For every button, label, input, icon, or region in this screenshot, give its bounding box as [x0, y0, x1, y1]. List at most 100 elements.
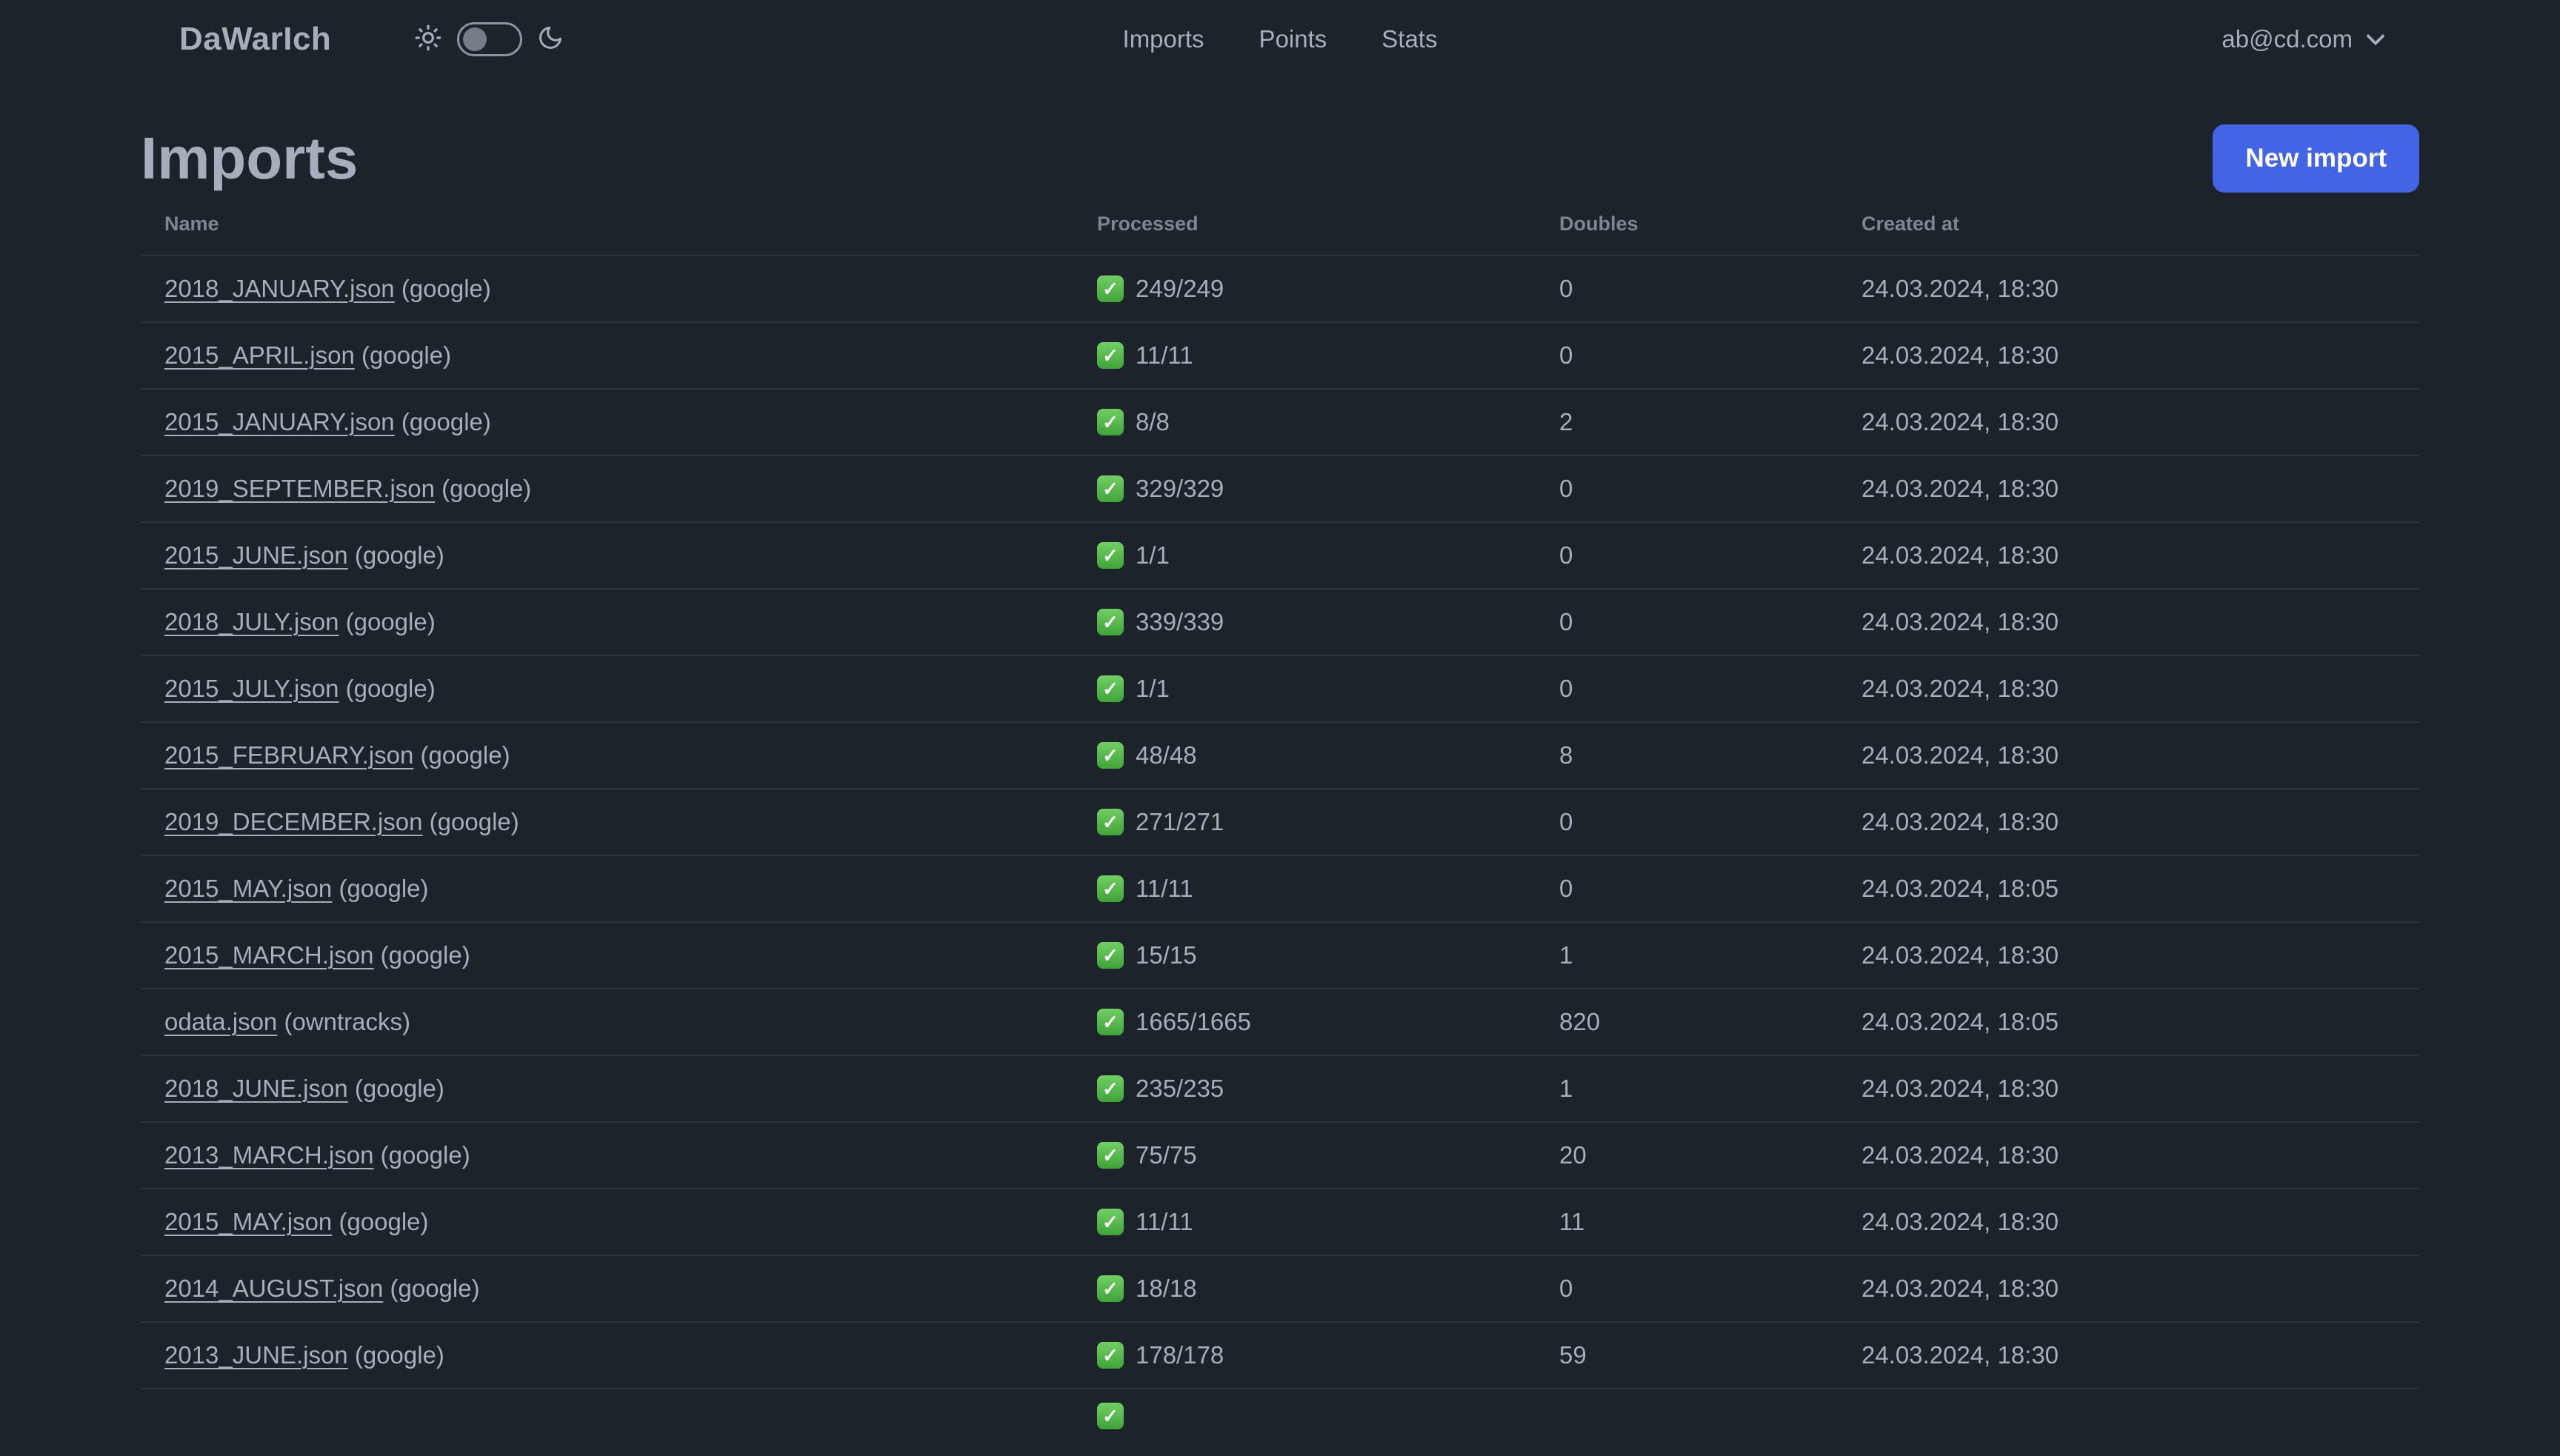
import-file-link[interactable]: 2015_JANUARY.json: [164, 408, 395, 435]
table-row: 2018_JULY.json (google) ✓ 339/339 0 24.03.20…: [141, 590, 2419, 656]
import-name-cell: 2015_JUNE.json (google): [164, 541, 1097, 570]
import-file-link[interactable]: 2019_SEPTEMBER.json: [164, 475, 435, 502]
processed-count: 1/1: [1136, 675, 1170, 702]
account-email: ab@cd.com: [2221, 25, 2353, 53]
import-file-link[interactable]: 2018_JUNE.json: [164, 1075, 348, 1102]
import-file-link[interactable]: 2015_MARCH.json: [164, 941, 373, 969]
import-source-label: (google): [354, 341, 452, 369]
nav-item-imports[interactable]: Imports: [1123, 25, 1204, 53]
doubles-cell: 0: [1559, 475, 1573, 502]
success-check-icon: ✓: [1097, 1009, 1124, 1035]
doubles-cell: 1: [1559, 941, 1573, 969]
import-file-link[interactable]: 2018_JANUARY.json: [164, 275, 395, 302]
table-row: 2015_JULY.json (google) ✓ 1/1 0 24.03.2024, …: [141, 656, 2419, 723]
doubles-cell: 0: [1559, 608, 1573, 635]
import-file-link[interactable]: 2015_MAY.json: [164, 875, 332, 902]
import-file-link[interactable]: 2013_JUNE.json: [164, 1341, 348, 1369]
doubles-cell: 0: [1559, 275, 1573, 302]
import-file-link[interactable]: 2015_MAY.json: [164, 1208, 332, 1235]
created-at-cell: 24.03.2024, 18:30: [1861, 741, 2059, 769]
table-row-partial: ✓: [141, 1389, 2419, 1456]
import-source-label: (google): [373, 1141, 470, 1169]
processed-cell: ✓ 339/339: [1097, 608, 1559, 636]
doubles-cell: 820: [1559, 1008, 1601, 1035]
processed-cell: ✓ 1/1: [1097, 675, 1559, 703]
processed-count: 8/8: [1136, 408, 1170, 435]
import-name-cell: 2013_JUNE.json (google): [164, 1341, 1097, 1369]
processed-cell: ✓ 271/271: [1097, 808, 1559, 836]
theme-toggle[interactable]: [457, 22, 523, 56]
table-row: 2015_MAY.json (google) ✓ 11/11 0 24.03.2024,…: [141, 856, 2419, 923]
column-header-processed: Processed: [1097, 212, 1199, 235]
account-menu[interactable]: ab@cd.com: [2221, 25, 2385, 53]
success-check-icon: ✓: [1097, 342, 1124, 369]
processed-count: 1/1: [1136, 541, 1170, 569]
processed-cell: ✓ 235/235: [1097, 1075, 1559, 1103]
table-row: 2014_AUGUST.json (google) ✓ 18/18 0 24.03.20…: [141, 1256, 2419, 1323]
doubles-cell: 0: [1559, 875, 1573, 902]
column-header-doubles: Doubles: [1559, 212, 1639, 235]
table-row: 2015_APRIL.json (google) ✓ 11/11 0 24.03.202…: [141, 323, 2419, 390]
import-name-cell: 2015_JANUARY.json (google): [164, 408, 1097, 436]
table-row: 2019_SEPTEMBER.json (google) ✓ 329/329 0 24.…: [141, 456, 2419, 523]
doubles-cell: 1: [1559, 1075, 1573, 1102]
table-row: 2015_MARCH.json (google) ✓ 15/15 1 24.03.202…: [141, 923, 2419, 989]
import-name-cell: 2019_DECEMBER.json (google): [164, 808, 1097, 836]
import-file-link[interactable]: 2015_FEBRUARY.json: [164, 741, 413, 769]
created-at-cell: 24.03.2024, 18:30: [1861, 1275, 2059, 1302]
import-file-link[interactable]: 2015_JULY.json: [164, 675, 339, 702]
import-source-label: (google): [332, 1208, 429, 1235]
success-check-icon: ✓: [1097, 609, 1124, 635]
import-source-label: (google): [435, 475, 532, 502]
processed-cell: ✓ 11/11: [1097, 1208, 1559, 1236]
imports-page: Imports New import Name Processed Double…: [141, 124, 2419, 1456]
import-source-label: (google): [422, 808, 519, 835]
doubles-cell: 20: [1559, 1141, 1587, 1169]
table-header-row: Name Processed Doubles Created at: [141, 193, 2419, 256]
import-file-link[interactable]: 2014_AUGUST.json: [164, 1275, 383, 1302]
import-file-link[interactable]: 2015_APRIL.json: [164, 341, 355, 369]
processed-cell: ✓ 18/18: [1097, 1275, 1559, 1303]
column-header-name: Name: [164, 212, 219, 235]
table-row: 2013_MARCH.json (google) ✓ 75/75 20 24.03.20…: [141, 1123, 2419, 1189]
table-row: 2018_JUNE.json (google) ✓ 235/235 1 24.03.20…: [141, 1056, 2419, 1123]
processed-cell: ✓ 11/11: [1097, 875, 1559, 903]
nav-item-stats[interactable]: Stats: [1381, 25, 1437, 53]
import-name-cell: 2013_MARCH.json (google): [164, 1141, 1097, 1169]
import-name-cell: 2015_JULY.json (google): [164, 675, 1097, 703]
created-at-cell: 24.03.2024, 18:30: [1861, 475, 2059, 502]
doubles-cell: 2: [1559, 408, 1573, 435]
import-file-link[interactable]: odata.json: [164, 1008, 277, 1035]
created-at-cell: 24.03.2024, 18:30: [1861, 408, 2059, 435]
import-file-link[interactable]: 2015_JUNE.json: [164, 541, 348, 569]
import-name-cell: 2018_JULY.json (google): [164, 608, 1097, 636]
success-check-icon: ✓: [1097, 1275, 1124, 1302]
success-check-icon: ✓: [1097, 742, 1124, 769]
created-at-cell: 24.03.2024, 18:30: [1861, 941, 2059, 969]
new-import-button[interactable]: New import: [2213, 124, 2419, 193]
chevron-down-icon: [2366, 27, 2385, 46]
created-at-cell: 24.03.2024, 18:30: [1861, 275, 2059, 302]
processed-cell: ✓ 249/249: [1097, 275, 1559, 303]
created-at-cell: 24.03.2024, 18:30: [1861, 541, 2059, 569]
import-file-link[interactable]: 2013_MARCH.json: [164, 1141, 373, 1169]
import-name-cell: 2018_JUNE.json (google): [164, 1075, 1097, 1103]
doubles-cell: 11: [1559, 1208, 1585, 1235]
processed-count: 235/235: [1136, 1075, 1224, 1102]
created-at-cell: 24.03.2024, 18:30: [1861, 1141, 2059, 1169]
nav-item-points[interactable]: Points: [1259, 25, 1327, 53]
processed-cell: ✓ 11/11: [1097, 341, 1559, 370]
import-file-link[interactable]: 2018_JULY.json: [164, 608, 339, 635]
table-row: odata.json (owntracks) ✓ 1665/1665 820 24.03…: [141, 989, 2419, 1056]
imports-table: Name Processed Doubles Created at 2018_J…: [141, 193, 2419, 1456]
import-name-cell: 2015_FEBRUARY.json (google): [164, 741, 1097, 769]
app-logo[interactable]: DaWarIch: [179, 21, 331, 58]
processed-cell: ✓ 8/8: [1097, 408, 1559, 436]
created-at-cell: 24.03.2024, 18:30: [1861, 1341, 2059, 1369]
processed-count: 48/48: [1136, 741, 1197, 769]
navbar: DaWarIch Imports Points Stats ab@cd.com: [0, 0, 2560, 79]
processed-cell: ✓ 15/15: [1097, 941, 1559, 969]
import-file-link[interactable]: 2019_DECEMBER.json: [164, 808, 423, 835]
success-check-icon: ✓: [1097, 1342, 1124, 1369]
created-at-cell: 24.03.2024, 18:30: [1861, 675, 2059, 702]
